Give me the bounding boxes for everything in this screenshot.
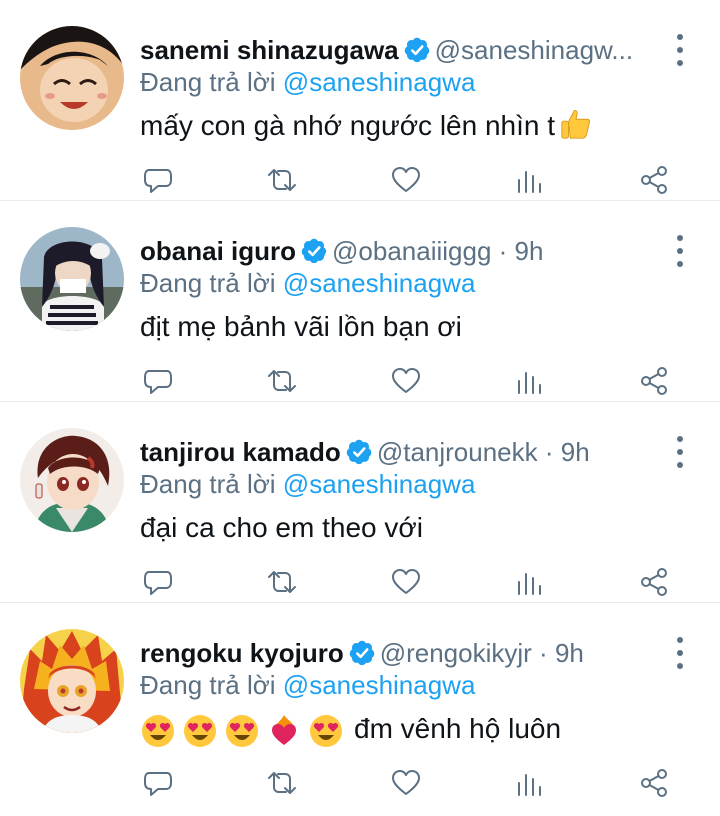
heart-eyes-icon xyxy=(142,714,174,747)
heart-eyes-icon xyxy=(310,714,342,747)
tweet-text-content: mấy con gà nhớ ngước lên nhìn t xyxy=(140,110,556,141)
verified-badge-icon xyxy=(346,439,372,465)
tweet-text-content: địt mẹ bảnh vãi lồn bạn ơi xyxy=(140,311,462,342)
tweet-text: đm vênh hộ luôn xyxy=(140,709,561,749)
reply-icon[interactable] xyxy=(140,564,176,600)
avatar[interactable] xyxy=(20,629,124,733)
heart-eyes-icon xyxy=(184,714,216,747)
reply-icon[interactable] xyxy=(140,363,176,399)
avatar[interactable] xyxy=(20,428,124,532)
reply-mention-link[interactable]: @saneshinagwa xyxy=(283,670,476,700)
tweet[interactable]: rengoku kyojuro @rengokikyjr · 9h Đang tr… xyxy=(0,603,720,816)
display-name[interactable]: tanjirou kamado xyxy=(140,437,341,467)
display-name[interactable]: sanemi shinazugawa xyxy=(140,35,399,65)
replying-to: Đang trả lời @saneshinagwa xyxy=(140,64,475,100)
reply-icon[interactable] xyxy=(140,765,176,801)
tweet-text-content: đm vênh hộ luôn xyxy=(354,713,562,744)
share-icon[interactable] xyxy=(636,765,672,801)
more-options-icon[interactable] xyxy=(668,635,692,671)
like-icon[interactable] xyxy=(388,162,424,198)
tweet[interactable]: tanjirou kamado @tanjrounekk · 9h Đang tr… xyxy=(0,402,720,603)
avatar[interactable] xyxy=(20,227,124,331)
like-icon[interactable] xyxy=(388,765,424,801)
analytics-icon[interactable] xyxy=(512,162,548,198)
replying-to: Đang trả lời @saneshinagwa xyxy=(140,265,475,301)
reply-prefix: Đang trả lời xyxy=(140,469,276,499)
tweet-actions xyxy=(140,765,680,801)
separator-dot: · xyxy=(544,437,554,467)
emoji-group xyxy=(140,713,344,749)
retweet-icon[interactable] xyxy=(264,765,300,801)
user-handle[interactable]: @rengokikyjr xyxy=(380,638,532,668)
reply-mention-link[interactable]: @saneshinagwa xyxy=(283,469,476,499)
user-handle[interactable]: @tanjrounekk xyxy=(377,437,538,467)
tweet-text: đại ca cho em theo với xyxy=(140,508,423,548)
verified-badge-icon xyxy=(349,640,374,666)
tweet-actions xyxy=(140,363,680,399)
tweet[interactable]: obanai iguro @obanaiiiggg · 9h Đang trả l… xyxy=(0,201,720,402)
like-icon[interactable] xyxy=(388,564,424,600)
more-options-icon[interactable] xyxy=(668,233,692,269)
retweet-icon[interactable] xyxy=(264,162,300,198)
reply-mention-link[interactable]: @saneshinagwa xyxy=(283,268,476,298)
display-name[interactable]: obanai iguro xyxy=(140,236,296,266)
reply-feed: sanemi shinazugawa @saneshinagw... Đang t… xyxy=(0,0,720,816)
tweet-text-content: đại ca cho em theo với xyxy=(140,512,423,543)
separator-dot: · xyxy=(539,638,548,668)
user-handle[interactable]: @obanaiiiggg xyxy=(332,236,491,266)
share-icon[interactable] xyxy=(636,564,672,600)
retweet-icon[interactable] xyxy=(264,564,300,600)
reply-prefix: Đang trả lời xyxy=(140,268,276,298)
more-options-icon[interactable] xyxy=(668,32,692,68)
reply-prefix: Đang trả lời xyxy=(140,670,276,700)
reply-mention-link[interactable]: @saneshinagwa xyxy=(283,67,476,97)
share-icon[interactable] xyxy=(636,162,672,198)
verified-badge-icon xyxy=(404,37,429,63)
analytics-icon[interactable] xyxy=(512,765,548,801)
reply-icon[interactable] xyxy=(140,162,176,198)
heart-on-fire-icon xyxy=(272,714,296,745)
verified-badge-icon xyxy=(301,238,327,264)
replying-to: Đang trả lời @saneshinagwa xyxy=(140,667,475,703)
timestamp[interactable]: 9h xyxy=(515,236,544,266)
reply-prefix: Đang trả lời xyxy=(140,67,276,97)
display-name[interactable]: rengoku kyojuro xyxy=(140,638,344,668)
tweet[interactable]: sanemi shinazugawa @saneshinagw... Đang t… xyxy=(0,0,720,201)
separator-dot: · xyxy=(498,236,508,266)
timestamp[interactable]: 9h xyxy=(561,437,590,467)
user-handle[interactable]: @saneshinagw... xyxy=(435,35,633,65)
analytics-icon[interactable] xyxy=(512,564,548,600)
retweet-icon[interactable] xyxy=(264,363,300,399)
tweet-actions xyxy=(140,564,680,600)
tweet-text: mấy con gà nhớ ngước lên nhìn t xyxy=(140,106,593,146)
avatar[interactable] xyxy=(20,26,124,130)
thumbs-up-icon xyxy=(561,110,591,139)
tweet-text: địt mẹ bảnh vãi lồn bạn ơi xyxy=(140,307,462,347)
analytics-icon[interactable] xyxy=(512,363,548,399)
tweet-actions xyxy=(140,162,680,198)
heart-eyes-icon xyxy=(226,714,258,747)
replying-to: Đang trả lời @saneshinagwa xyxy=(140,466,475,502)
like-icon[interactable] xyxy=(388,363,424,399)
timestamp[interactable]: 9h xyxy=(555,638,584,668)
share-icon[interactable] xyxy=(636,363,672,399)
more-options-icon[interactable] xyxy=(668,434,692,470)
